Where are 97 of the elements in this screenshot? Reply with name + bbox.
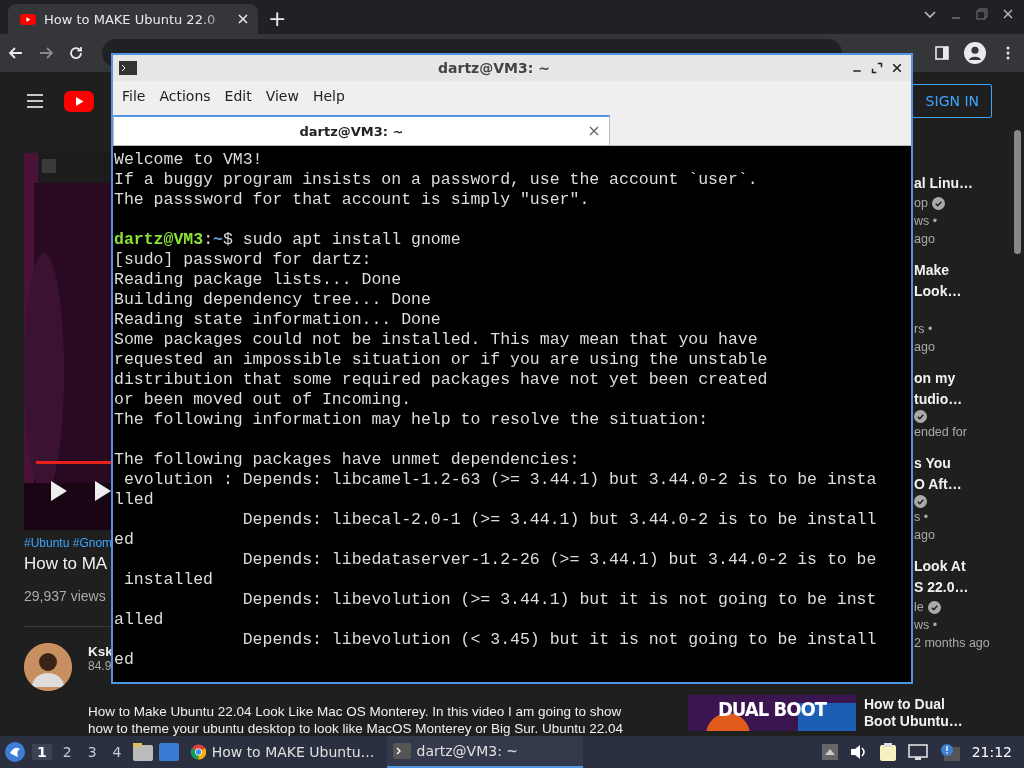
video-meta: rs • <box>914 321 933 338</box>
terminal-line: Depends: libevolution (>= 3.44.1) but it is not going to be inst <box>241 590 877 610</box>
new-tab-button[interactable]: + <box>268 8 287 30</box>
terminal-line: Reading package lists... Done <box>114 270 402 290</box>
terminal-line: Building dependency tree... Done <box>114 290 431 310</box>
back-icon[interactable] <box>8 45 24 61</box>
video-meta: ended for <box>914 424 967 441</box>
video-meta: ago <box>914 231 935 248</box>
workspace-button[interactable]: 4 <box>107 744 127 760</box>
video-description: How to Make Ubuntu 22.04 Look Like Mac OS Monterey. In this video I am going to show how to theme your ubuntu desktop to look like MacOS Monterey or Big Sur. Ubuntu 22.04 <box>88 703 624 737</box>
forward-icon[interactable] <box>38 45 54 61</box>
video-title[interactable]: tudio… <box>914 389 963 410</box>
video-meta: ago <box>914 339 935 356</box>
terminal-line: Welcome to VM3! <box>114 150 263 170</box>
video-thumbnail[interactable]: DUAL BOOT <box>688 695 856 731</box>
maximize-icon[interactable] <box>871 62 883 74</box>
folder-icon[interactable] <box>132 743 153 761</box>
menu-item[interactable]: Help <box>307 88 350 104</box>
play-icon[interactable] <box>50 480 68 502</box>
close-icon[interactable] <box>589 126 599 136</box>
volume-icon[interactable] <box>849 744 868 760</box>
video-meta: ago <box>914 527 935 544</box>
menu-item[interactable]: File <box>117 88 151 104</box>
verified-icon <box>914 495 927 508</box>
clock: 21:12 <box>971 744 1012 760</box>
channel-name[interactable]: le <box>914 598 924 616</box>
terminal-line: Depends: libevolution (< 3.45) but it is not going to be install <box>241 630 877 650</box>
terminal-line: Some packages could not be installed. This may mean that you have <box>114 330 758 350</box>
start-menu-icon[interactable] <box>4 741 26 763</box>
terminal-line: Reading state information... Done <box>114 310 441 330</box>
clipboard-icon[interactable] <box>879 743 896 761</box>
verified-icon <box>914 410 927 423</box>
menu-item[interactable]: View <box>260 88 304 104</box>
terminal-line: [sudo] password for dartz: <box>114 250 372 270</box>
video-title[interactable]: on my <box>914 368 956 389</box>
verified-icon <box>927 600 941 614</box>
video-title[interactable]: O Aft… <box>914 474 962 495</box>
terminal-line: distribution that some required packages have not yet been created <box>114 370 768 390</box>
taskbar-window[interactable]: How to MAKE Ubuntu… <box>184 736 381 768</box>
workspace-button[interactable]: 1 <box>32 744 52 760</box>
scrollbar[interactable] <box>1014 130 1021 254</box>
verified-icon <box>931 196 945 210</box>
terminal-line: ed <box>114 650 134 670</box>
workspace-button[interactable]: 2 <box>57 744 77 760</box>
avatar[interactable] <box>24 643 72 691</box>
video-title[interactable]: Make <box>914 260 950 281</box>
channel-name[interactable]: op <box>914 194 928 212</box>
terminal-line: or been moved out of Incoming. <box>114 390 412 410</box>
youtube-icon <box>64 90 94 112</box>
menu-item[interactable]: Actions <box>154 88 216 104</box>
terminal-line: Depends: libecal-2.0-1 (>= 3.44.1) but 3.44.0-2 is to be install <box>241 510 877 530</box>
terminal-line: ed <box>114 530 134 550</box>
video-title[interactable]: How to Dual Boot Ubuntu… <box>864 695 963 731</box>
taskbar-window[interactable]: dartz@VM3: ~ <box>386 736 583 768</box>
profile-icon[interactable] <box>964 42 986 64</box>
terminal-line: alled <box>114 610 164 630</box>
terminal-line: dartz@VM3:~$ sudo apt install gnome <box>114 230 461 250</box>
restore-icon[interactable] <box>974 6 990 22</box>
close-icon[interactable] <box>891 62 903 74</box>
channel-name[interactable]: Ksk <box>88 644 113 659</box>
menu-icon[interactable] <box>26 92 44 110</box>
video-title[interactable]: s You <box>914 453 951 474</box>
terminal-line: requested an impossible situation or if you are using the unstable <box>114 350 768 370</box>
terminal-line: installed <box>122 570 214 590</box>
reload-icon[interactable] <box>68 45 84 61</box>
menu-item[interactable]: Edit <box>219 88 257 104</box>
video-meta: s • <box>914 509 929 526</box>
video-title: How to MA <box>24 554 108 574</box>
video-meta: ws • <box>914 213 938 230</box>
browser-tab[interactable]: How to MAKE Ubuntu 22.0 <box>8 4 258 34</box>
video-title[interactable]: Look… <box>914 281 962 302</box>
terminal-icon <box>392 743 411 759</box>
network-icon[interactable] <box>907 744 928 760</box>
terminal-line: evolution : Depends: libcamel-1.2-63 (>= 3.44.1) but 3.44.0-2 is to be insta <box>122 470 877 490</box>
terminal-tab[interactable]: dartz@VM3: ~ <box>113 115 610 145</box>
terminal-line: The following information may help to resolve the situation: <box>114 410 709 430</box>
window-title: dartz@VM3: ~ <box>437 60 551 76</box>
workspace-button[interactable]: 3 <box>82 744 102 760</box>
terminal-line: The following packages have unmet dependencies: <box>114 450 580 470</box>
side-panel-icon[interactable] <box>934 45 950 61</box>
video-title[interactable]: al Linu… <box>914 173 974 194</box>
video-meta: ws • <box>914 617 938 634</box>
terminal-line: If a buggy program insists on a password, use the account `user`. <box>114 170 758 190</box>
video-title[interactable]: Look At <box>914 556 966 577</box>
youtube-icon <box>20 13 36 25</box>
terminal-icon <box>119 61 137 75</box>
chrome-icon <box>190 742 206 762</box>
notification-icon[interactable] <box>939 743 960 761</box>
video-meta: 2 months ago <box>914 635 990 652</box>
video-title[interactable]: S 22.0… <box>914 577 969 598</box>
subscriber-count: 84.9 <box>88 659 113 673</box>
terminal-line: lled <box>114 490 154 510</box>
hashtags[interactable]: #Ubuntu #Gnom <box>24 536 113 550</box>
window-icon[interactable] <box>158 743 179 761</box>
terminal-line: The passsword for that account is simply "user". <box>114 190 590 210</box>
terminal-line: Depends: libedataserver-1.2-26 (>= 3.44.1) but 3.44.0-2 is to be <box>241 550 877 570</box>
view-count: 29,937 views <box>24 588 106 604</box>
